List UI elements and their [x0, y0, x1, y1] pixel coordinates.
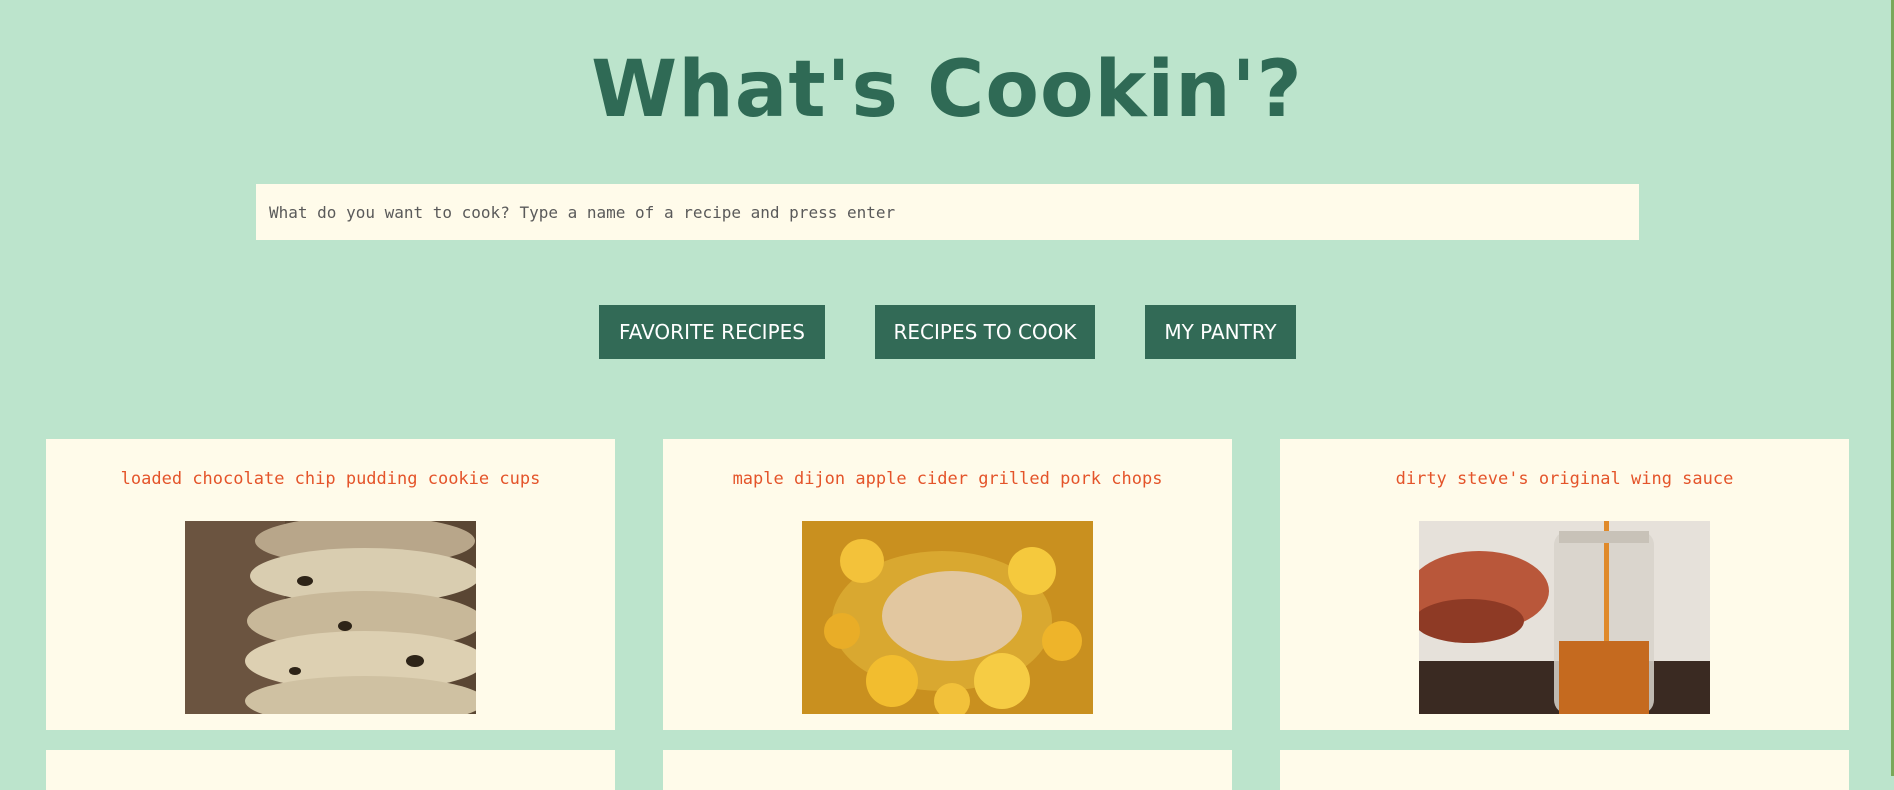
recipe-name[interactable]: dirty steve's original wing sauce: [1280, 469, 1849, 489]
recipe-card[interactable]: [663, 750, 1232, 790]
recipe-card[interactable]: [46, 750, 615, 790]
search-input[interactable]: [256, 184, 1639, 240]
my-pantry-button[interactable]: MY PANTRY: [1145, 305, 1296, 359]
recipe-image[interactable]: [185, 521, 476, 714]
favorite-recipes-button[interactable]: FAVORITE RECIPES: [599, 305, 825, 359]
recipe-card[interactable]: dirty steve's original wing sauce: [1280, 439, 1849, 730]
recipe-image[interactable]: [802, 521, 1093, 714]
page-title: What's Cookin'?: [591, 45, 1303, 135]
recipe-card[interactable]: [1280, 750, 1849, 790]
recipe-name[interactable]: loaded chocolate chip pudding cookie cup…: [46, 469, 615, 489]
recipe-card[interactable]: maple dijon apple cider grilled pork cho…: [663, 439, 1232, 730]
recipe-name[interactable]: maple dijon apple cider grilled pork cho…: [663, 469, 1232, 489]
recipe-card[interactable]: loaded chocolate chip pudding cookie cup…: [46, 439, 615, 730]
recipes-to-cook-button[interactable]: RECIPES TO COOK: [875, 305, 1095, 359]
recipe-image[interactable]: [1419, 521, 1710, 714]
